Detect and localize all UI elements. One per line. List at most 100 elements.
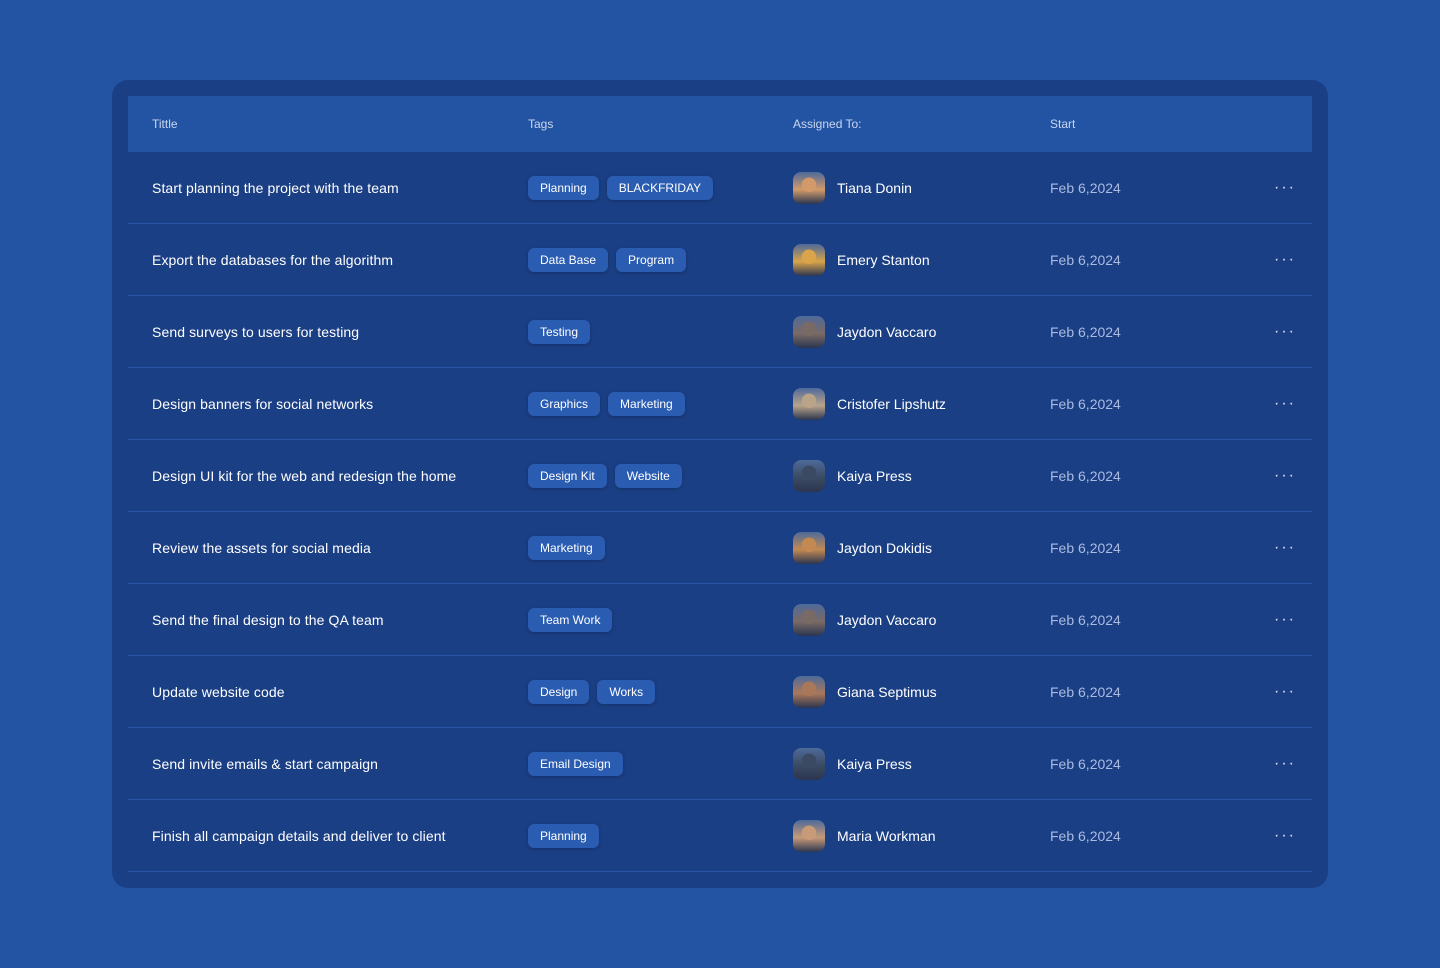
- cell-start: Feb 6,2024: [1050, 800, 1121, 871]
- cell-assigned: Kaiya Press: [793, 440, 912, 511]
- task-title[interactable]: Start planning the project with the team: [152, 180, 399, 196]
- table-row[interactable]: Send invite emails & start campaign Email…: [128, 728, 1312, 800]
- tag-badge[interactable]: Program: [616, 247, 687, 272]
- assignee-name[interactable]: Tiana Donin: [837, 180, 912, 196]
- column-header-title[interactable]: Tittle: [152, 96, 178, 152]
- assignee-name[interactable]: Maria Workman: [837, 828, 936, 844]
- more-horizontal-icon[interactable]: ···: [1274, 755, 1296, 773]
- avatar: [793, 747, 825, 780]
- cell-tags: Planning: [528, 800, 607, 871]
- tag-badge[interactable]: Data Base: [528, 247, 609, 272]
- table-row[interactable]: Design banners for social networks Graphi…: [128, 368, 1312, 440]
- task-title[interactable]: Design UI kit for the web and redesign t…: [152, 468, 456, 484]
- cell-title: Start planning the project with the team: [152, 152, 399, 223]
- start-date: Feb 6,2024: [1050, 179, 1121, 196]
- tag-badge[interactable]: Team Work: [528, 607, 613, 632]
- tag-badge[interactable]: Email Design: [528, 751, 623, 776]
- cell-title: Finish all campaign details and deliver …: [152, 800, 446, 871]
- cell-assigned: Kaiya Press: [793, 728, 912, 799]
- tag-badge[interactable]: Testing: [528, 319, 591, 344]
- cell-start: Feb 6,2024: [1050, 440, 1121, 511]
- task-table: Tittle Tags Assigned To: Start Start pla…: [128, 96, 1312, 872]
- cell-start: Feb 6,2024: [1050, 296, 1121, 367]
- cell-tags: Design Kit Website: [528, 440, 690, 511]
- task-title[interactable]: Export the databases for the algorithm: [152, 252, 393, 268]
- task-title[interactable]: Update website code: [152, 684, 285, 700]
- more-horizontal-icon[interactable]: ···: [1274, 323, 1296, 341]
- cell-assigned: Emery Stanton: [793, 224, 930, 295]
- tag-badge[interactable]: Design Kit: [528, 463, 607, 488]
- table-row[interactable]: Export the databases for the algorithm Da…: [128, 224, 1312, 296]
- cell-title: Export the databases for the algorithm: [152, 224, 393, 295]
- table-row[interactable]: Send surveys to users for testing Testing…: [128, 296, 1312, 368]
- cell-start: Feb 6,2024: [1050, 512, 1121, 583]
- avatar: [793, 819, 825, 852]
- start-date: Feb 6,2024: [1050, 323, 1121, 340]
- cell-assigned: Cristofer Lipshutz: [793, 368, 946, 439]
- task-title[interactable]: Design banners for social networks: [152, 396, 373, 412]
- cell-actions: ···: [1268, 296, 1302, 367]
- avatar: [793, 243, 825, 276]
- start-date: Feb 6,2024: [1050, 395, 1121, 412]
- table-row[interactable]: Design UI kit for the web and redesign t…: [128, 440, 1312, 512]
- tag-badge[interactable]: Marketing: [528, 535, 605, 560]
- more-horizontal-icon[interactable]: ···: [1274, 179, 1296, 197]
- cell-tags: Data Base Program: [528, 224, 694, 295]
- assignee-name[interactable]: Emery Stanton: [837, 252, 930, 268]
- avatar: [793, 459, 825, 492]
- more-horizontal-icon[interactable]: ···: [1274, 251, 1296, 269]
- column-header-tags[interactable]: Tags: [528, 96, 553, 152]
- cell-title: Update website code: [152, 656, 285, 727]
- tag-badge[interactable]: Graphics: [528, 391, 601, 416]
- tag-badge[interactable]: Planning: [528, 175, 599, 200]
- task-title[interactable]: Finish all campaign details and deliver …: [152, 828, 446, 844]
- tag-badge[interactable]: Works: [597, 679, 656, 704]
- more-horizontal-icon[interactable]: ···: [1274, 539, 1296, 557]
- more-horizontal-icon[interactable]: ···: [1274, 611, 1296, 629]
- table-row[interactable]: Update website code Design Works Giana Sept…: [128, 656, 1312, 728]
- avatar: [793, 603, 825, 636]
- assignee-name[interactable]: Jaydon Dokidis: [837, 540, 932, 556]
- task-title[interactable]: Send the final design to the QA team: [152, 612, 384, 628]
- table-row[interactable]: Review the assets for social media Market…: [128, 512, 1312, 584]
- assignee-name[interactable]: Kaiya Press: [837, 468, 912, 484]
- cell-tags: Graphics Marketing: [528, 368, 693, 439]
- tag-badge[interactable]: Planning: [528, 823, 599, 848]
- cell-tags: Planning BLACKFRIDAY: [528, 152, 721, 223]
- task-title[interactable]: Send invite emails & start campaign: [152, 756, 378, 772]
- more-horizontal-icon[interactable]: ···: [1274, 467, 1296, 485]
- column-header-start[interactable]: Start: [1050, 96, 1075, 152]
- cell-tags: Marketing: [528, 512, 613, 583]
- more-horizontal-icon[interactable]: ···: [1274, 827, 1296, 845]
- avatar: [793, 531, 825, 564]
- assignee-name[interactable]: Cristofer Lipshutz: [837, 396, 946, 412]
- cell-assigned: Jaydon Dokidis: [793, 512, 932, 583]
- task-title[interactable]: Review the assets for social media: [152, 540, 371, 556]
- cell-actions: ···: [1268, 656, 1302, 727]
- more-horizontal-icon[interactable]: ···: [1274, 395, 1296, 413]
- start-date: Feb 6,2024: [1050, 611, 1121, 628]
- table-row[interactable]: Start planning the project with the team…: [128, 152, 1312, 224]
- cell-title: Design banners for social networks: [152, 368, 373, 439]
- tag-badge[interactable]: Design: [528, 679, 590, 704]
- cell-start: Feb 6,2024: [1050, 224, 1121, 295]
- assignee-name[interactable]: Jaydon Vaccaro: [837, 612, 936, 628]
- tag-badge[interactable]: Marketing: [608, 391, 685, 416]
- tag-badge[interactable]: Website: [614, 463, 682, 488]
- column-header-assigned[interactable]: Assigned To:: [793, 96, 862, 152]
- assignee-name[interactable]: Jaydon Vaccaro: [837, 324, 936, 340]
- avatar: [793, 315, 825, 348]
- task-table-card: Tittle Tags Assigned To: Start Start pla…: [112, 80, 1328, 888]
- task-title[interactable]: Send surveys to users for testing: [152, 324, 359, 340]
- table-row[interactable]: Send the final design to the QA team Team…: [128, 584, 1312, 656]
- assignee-name[interactable]: Kaiya Press: [837, 756, 912, 772]
- more-horizontal-icon[interactable]: ···: [1274, 683, 1296, 701]
- start-date: Feb 6,2024: [1050, 467, 1121, 484]
- cell-actions: ···: [1268, 584, 1302, 655]
- tag-badge[interactable]: BLACKFRIDAY: [606, 175, 714, 200]
- cell-tags: Team Work: [528, 584, 620, 655]
- assignee-name[interactable]: Giana Septimus: [837, 684, 937, 700]
- table-row[interactable]: Finish all campaign details and deliver …: [128, 800, 1312, 872]
- cell-actions: ···: [1268, 512, 1302, 583]
- cell-assigned: Jaydon Vaccaro: [793, 296, 936, 367]
